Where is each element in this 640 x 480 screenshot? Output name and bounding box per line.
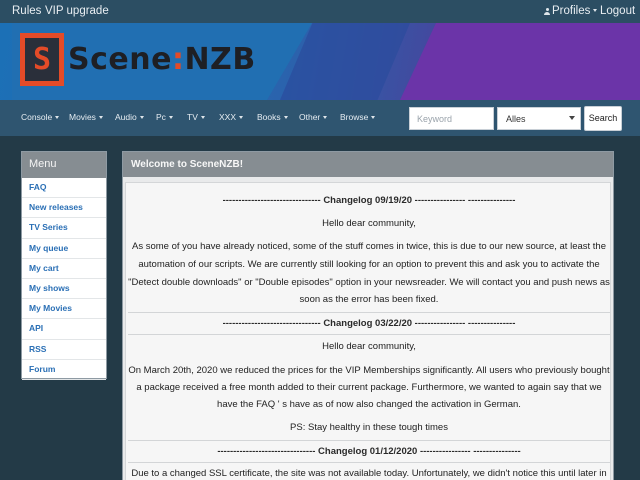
chevron-down-icon	[98, 116, 103, 120]
sidebar-item-new-releases[interactable]: New releases	[22, 198, 106, 219]
sidebar-item-my-movies[interactable]: My Movies	[22, 299, 106, 320]
changelog-content: ------------------------------- Changelo…	[125, 182, 611, 480]
site-logo[interactable]: S Scene:NZB	[20, 33, 255, 86]
chevron-down-icon	[593, 9, 598, 13]
changelog-text: On March 20th, 2020 we reduced the price…	[128, 365, 610, 376]
changelog-heading: ------------------------------- Changelo…	[217, 446, 521, 457]
nav-browse[interactable]: Browse	[340, 112, 376, 123]
user-icon	[544, 8, 550, 15]
changelog-heading: ------------------------------- Changelo…	[222, 318, 516, 329]
chevron-down-icon	[283, 116, 288, 120]
logout-link[interactable]: Logout	[600, 5, 635, 18]
sidebar-item-forum[interactable]: Forum	[22, 360, 106, 380]
nav-xxx[interactable]: XXX	[219, 112, 244, 123]
changelog-text: As some of you have already noticed, som…	[131, 241, 607, 252]
chevron-down-icon	[55, 116, 60, 120]
category-select[interactable]: Alles	[497, 107, 581, 130]
sidebar-item-tv-series[interactable]: TV Series	[22, 218, 106, 239]
chevron-down-icon	[139, 116, 144, 120]
nav-tv[interactable]: TV	[187, 112, 205, 123]
banner-shape	[400, 23, 640, 100]
chevron-down-icon	[239, 116, 244, 120]
chevron-down-icon	[168, 116, 173, 120]
changelog-text: Hello dear community,	[322, 341, 416, 352]
changelog-text: Hello dear community,	[322, 218, 416, 229]
nav-books[interactable]: Books	[257, 112, 288, 123]
panel-title: Welcome to SceneNZB!	[123, 152, 613, 177]
changelog-text: PS: Stay healthy in these tough times	[290, 422, 448, 433]
nav-movies[interactable]: Movies	[69, 112, 103, 123]
changelog-text: have the FAQ ' s have as of now also cha…	[217, 399, 521, 410]
sidebar-item-faq[interactable]: FAQ	[22, 178, 106, 199]
logo-text: Scene:NZB	[68, 42, 256, 77]
rules-link[interactable]: Rules	[12, 5, 41, 18]
divider	[128, 312, 610, 313]
search-input[interactable]: Keyword	[409, 107, 494, 130]
sidebar-menu: Menu FAQ New releases TV Series My queue…	[21, 151, 107, 380]
changelog-text: soon as the error has been fixed.	[299, 294, 439, 305]
search-button[interactable]: Search	[584, 106, 622, 131]
vip-upgrade-link[interactable]: VIP upgrade	[45, 5, 109, 18]
welcome-panel: Welcome to SceneNZB! -------------------…	[122, 151, 614, 480]
changelog-heading: ------------------------------- Changelo…	[222, 195, 516, 206]
sidebar-item-my-shows[interactable]: My shows	[22, 279, 106, 300]
chevron-down-icon	[200, 116, 205, 120]
divider	[128, 440, 610, 441]
sidebar-item-my-cart[interactable]: My cart	[22, 259, 106, 279]
profiles-label: Profiles	[552, 5, 591, 17]
sidebar-item-api[interactable]: API	[22, 319, 106, 340]
nav-audio[interactable]: Audio	[115, 112, 144, 123]
nav-other[interactable]: Other	[299, 112, 328, 123]
nav-pc[interactable]: Pc	[156, 112, 173, 123]
site-banner: S Scene:NZB	[0, 23, 640, 100]
logo-mark: S	[20, 33, 64, 86]
nav-console[interactable]: Console	[21, 112, 60, 123]
changelog-text: a package received a free month added to…	[136, 382, 602, 393]
changelog-text: automation of our scripts. We are curren…	[138, 259, 600, 270]
sidebar-title: Menu	[22, 152, 106, 178]
profiles-dropdown[interactable]: Profiles	[544, 5, 598, 18]
divider	[128, 462, 610, 463]
top-bar: Rules VIP upgrade Profiles Logout	[0, 0, 640, 23]
changelog-text: Due to a changed SSL certificate, the si…	[131, 468, 607, 479]
sidebar-item-my-queue[interactable]: My queue	[22, 239, 106, 259]
changelog-text: "Detect double downloads" or "Double epi…	[128, 277, 610, 288]
chevron-down-icon	[323, 116, 328, 120]
divider	[128, 334, 610, 335]
chevron-down-icon	[569, 116, 575, 120]
sidebar-item-rss[interactable]: RSS	[22, 340, 106, 360]
chevron-down-icon	[371, 116, 376, 120]
